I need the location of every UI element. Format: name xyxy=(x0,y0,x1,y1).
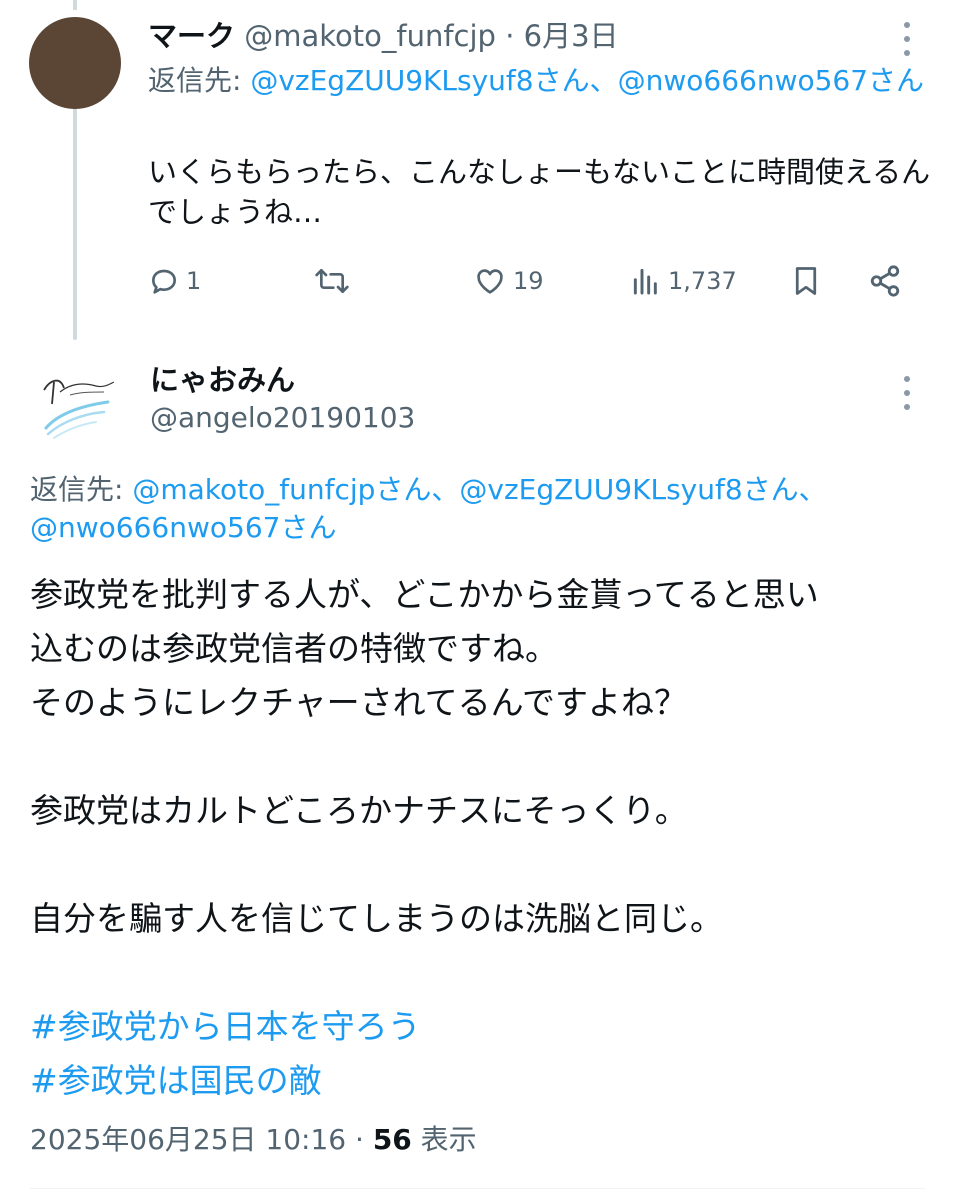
thread-line xyxy=(73,108,77,340)
tweet-meta: 2025年06月25日 10:16 · 56 表示 xyxy=(30,1120,477,1160)
reply-mentions[interactable]: @makoto_funfcjpさん、@vzEgZUU9KLsyuf8さん、@nw… xyxy=(30,473,827,544)
reply-button[interactable]: 1 xyxy=(148,256,201,306)
hashtag-link[interactable]: #参政党は国民の敵 xyxy=(30,1054,940,1108)
tweet-date[interactable]: 6月3日 xyxy=(524,19,619,53)
display-name[interactable]: にゃおみん xyxy=(150,360,295,400)
bookmark-button[interactable] xyxy=(791,256,821,306)
views-button[interactable]: 1,737 xyxy=(630,256,737,306)
retweet-button[interactable] xyxy=(314,256,350,306)
reply-mentions[interactable]: @vzEgZUU9KLsyuf8さん、@nwo666nwo567さん xyxy=(250,64,924,97)
views-label: 表示 xyxy=(411,1123,477,1156)
views-count: 56 xyxy=(372,1123,412,1156)
tweet-line: 参政党を批判する人が、どこかから金貰ってると思い xyxy=(30,575,819,614)
views-icon xyxy=(630,265,662,297)
tweet-line: 参政党はカルトどころかナチスにそっくり。 xyxy=(30,791,688,830)
reply-count: 1 xyxy=(186,267,202,295)
views-count: 1,737 xyxy=(668,267,737,295)
reply-prefix: 返信先: xyxy=(30,473,133,506)
share-icon xyxy=(868,264,902,298)
separator: · xyxy=(505,19,515,53)
divider xyxy=(30,1188,925,1189)
more-options-icon[interactable] xyxy=(903,22,911,56)
tweet-header: マーク @makoto_funfcjp · 6月3日 xyxy=(148,16,619,56)
bookmark-icon xyxy=(791,264,821,298)
timestamp[interactable]: 2025年06月25日 10:16 xyxy=(30,1123,346,1156)
tweet-line: そのようにレクチャーされてるんですよね？ xyxy=(30,683,688,722)
like-button[interactable]: 19 xyxy=(473,256,544,306)
reply-to-line: 返信先: @makoto_funfcjpさん、@vzEgZUU9KLsyuf8さ… xyxy=(30,471,930,547)
separator: · xyxy=(346,1123,373,1156)
reply-icon xyxy=(148,265,180,297)
retweet-icon xyxy=(314,265,350,297)
user-handle[interactable]: @makoto_funfcjp xyxy=(244,19,496,53)
more-options-icon[interactable] xyxy=(903,376,911,410)
avatar[interactable] xyxy=(30,362,122,454)
avatar[interactable] xyxy=(29,17,121,109)
tweet-text: いくらもらったら、こんなしょーもないことに時間使えるんでしょうね… xyxy=(148,155,931,229)
user-handle[interactable]: @angelo20190103 xyxy=(150,400,415,436)
avatar-logo xyxy=(30,362,122,454)
tweet-line: 自分を騙す人を信じてしまうのは洗脳と同じ。 xyxy=(30,899,723,938)
like-count: 19 xyxy=(513,267,544,295)
action-bar: 1 19 1,737 xyxy=(148,256,918,306)
display-name[interactable]: マーク xyxy=(148,19,235,53)
thread-line-top xyxy=(73,0,77,10)
tweet-line: 込むのは参政党信者の特徴ですね。 xyxy=(30,629,558,668)
share-button[interactable] xyxy=(868,256,902,306)
reply-to-line: 返信先: @vzEgZUU9KLsyuf8さん、@nwo666nwo567さん xyxy=(148,62,928,100)
hashtag-link[interactable]: #参政党から日本を守ろう xyxy=(30,1000,940,1054)
heart-icon xyxy=(473,265,507,297)
tweet-body: 参政党を批判する人が、どこかから金貰ってると思い 込むのは参政党信者の特徴ですね… xyxy=(30,568,940,1108)
reply-prefix: 返信先: xyxy=(148,64,251,97)
